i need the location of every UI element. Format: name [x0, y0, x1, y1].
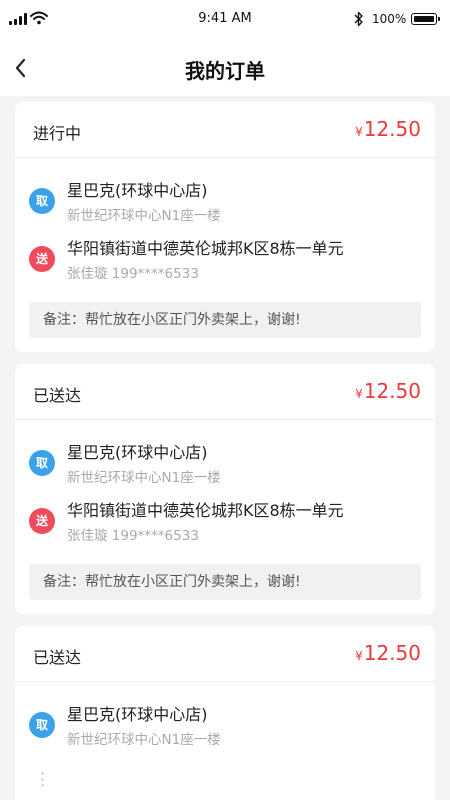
order-header: 已送达 ¥12.50	[15, 626, 435, 682]
battery-icon	[411, 13, 440, 25]
pickup-address: 新世纪环球中心N1座一楼	[67, 470, 221, 486]
order-note: 备注：帮忙放在小区正门外卖架上，谢谢!	[29, 302, 421, 338]
order-card[interactable]: 已送达 ¥12.50 取 星巴克(环球中心店) 新世纪环球中心N1座一楼 送 华…	[15, 364, 435, 614]
order-status: 已送达	[33, 386, 82, 405]
price-value: 12.50	[363, 379, 421, 403]
delivery-address: 华阳镇街道中德英伦城邦K区8栋一单元	[67, 501, 344, 520]
order-price: ¥12.50	[355, 641, 421, 665]
order-status: 已送达	[33, 648, 82, 667]
order-body: 取 星巴克(环球中心店) 新世纪环球中心N1座一楼 送 华阳镇街道中德英伦城邦K…	[15, 174, 435, 338]
delivery-stop: 送 华阳镇街道中德英伦城邦K区8栋一单元 张佳璇 199****6533	[29, 232, 421, 290]
pickup-stop: 取 星巴克(环球中心店) 新世纪环球中心N1座一楼	[29, 174, 421, 232]
order-status: 进行中	[33, 124, 82, 143]
order-card[interactable]: 已送达 ¥12.50 取 星巴克(环球中心店) 新世纪环球中心N1座一楼	[15, 626, 435, 800]
delivery-badge: 送	[29, 508, 55, 534]
order-card[interactable]: 进行中 ¥12.50 取 星巴克(环球中心店) 新世纪环球中心N1座一楼 送 华…	[15, 102, 435, 352]
delivery-contact: 张佳璇 199****6533	[67, 528, 199, 544]
pickup-badge: 取	[29, 188, 55, 214]
route-dots	[41, 772, 45, 790]
pickup-badge: 取	[29, 712, 55, 738]
pickup-badge: 取	[29, 450, 55, 476]
order-body: 取 星巴克(环球中心店) 新世纪环球中心N1座一楼	[15, 698, 435, 800]
order-list: 进行中 ¥12.50 取 星巴克(环球中心店) 新世纪环球中心N1座一楼 送 华…	[15, 102, 435, 800]
nav-bar: 我的订单	[0, 40, 450, 96]
status-bar: 9:41 AM 100%	[0, 0, 450, 40]
pickup-address: 新世纪环球中心N1座一楼	[67, 732, 221, 748]
pickup-store-name: 星巴克(环球中心店)	[67, 443, 208, 462]
order-price: ¥12.50	[355, 379, 421, 403]
battery-percent: 100%	[372, 12, 407, 26]
page-title: 我的订单	[185, 59, 265, 83]
pickup-address: 新世纪环球中心N1座一楼	[67, 208, 221, 224]
bluetooth-icon	[354, 11, 363, 27]
order-price: ¥12.50	[355, 117, 421, 141]
order-note: 备注：帮忙放在小区正门外卖架上，谢谢!	[29, 564, 421, 600]
delivery-contact: 张佳璇 199****6533	[67, 266, 199, 282]
order-header: 进行中 ¥12.50	[15, 102, 435, 158]
order-body: 取 星巴克(环球中心店) 新世纪环球中心N1座一楼 送 华阳镇街道中德英伦城邦K…	[15, 436, 435, 600]
pickup-store-name: 星巴克(环球中心店)	[67, 705, 208, 724]
pickup-store-name: 星巴克(环球中心店)	[67, 181, 208, 200]
pickup-stop: 取 星巴克(环球中心店) 新世纪环球中心N1座一楼	[29, 698, 421, 756]
delivery-badge: 送	[29, 246, 55, 272]
delivery-address: 华阳镇街道中德英伦城邦K区8栋一单元	[67, 239, 344, 258]
currency-symbol: ¥	[355, 125, 363, 139]
pickup-stop: 取 星巴克(环球中心店) 新世纪环球中心N1座一楼	[29, 436, 421, 494]
order-header: 已送达 ¥12.50	[15, 364, 435, 420]
price-value: 12.50	[363, 117, 421, 141]
currency-symbol: ¥	[355, 649, 363, 663]
price-value: 12.50	[363, 641, 421, 665]
delivery-stop: 送 华阳镇街道中德英伦城邦K区8栋一单元 张佳璇 199****6533	[29, 494, 421, 552]
currency-symbol: ¥	[355, 387, 363, 401]
